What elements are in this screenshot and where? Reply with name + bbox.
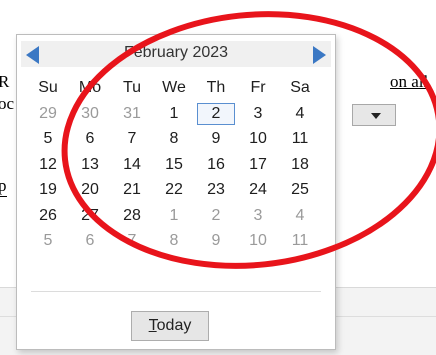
day-cell[interactable]: 30 [71, 103, 109, 125]
day-cell[interactable]: 9 [197, 128, 235, 150]
day-cell[interactable]: 8 [155, 230, 193, 252]
day-cell[interactable]: 25 [281, 179, 319, 201]
weekday-header: Th [206, 79, 226, 96]
calendar-header: February 2023 [21, 41, 331, 67]
chevron-down-icon [371, 113, 381, 119]
today-button[interactable]: Today [131, 311, 209, 341]
calendar-divider [31, 291, 321, 292]
arrow-right-icon [313, 46, 326, 64]
month-title: February 2023 [123, 44, 229, 61]
day-cell[interactable]: 18 [281, 154, 319, 176]
day-cell[interactable]: 5 [29, 128, 67, 150]
background-text-p: p [0, 176, 7, 197]
day-cell[interactable]: 14 [113, 154, 151, 176]
day-cell[interactable]: 31 [113, 103, 151, 125]
day-cell[interactable]: 10 [239, 230, 277, 252]
day-cell[interactable]: 6 [71, 128, 109, 150]
day-cell[interactable]: 4 [281, 103, 319, 125]
day-cell[interactable]: 20 [71, 179, 109, 201]
day-cell[interactable]: 11 [281, 128, 319, 150]
day-cell[interactable]: 1 [155, 205, 193, 227]
day-cell[interactable]: 11 [281, 230, 319, 252]
day-cell[interactable]: 27 [71, 205, 109, 227]
day-cell[interactable]: 6 [71, 230, 109, 252]
day-cell[interactable]: 8 [155, 128, 193, 150]
weekday-header: Su [38, 79, 58, 96]
day-cell[interactable]: 16 [197, 154, 235, 176]
day-cell[interactable]: 19 [29, 179, 67, 201]
weekday-header: Mo [78, 79, 102, 96]
weekday-header: Sa [290, 79, 310, 96]
background-text-oc: oc [0, 94, 15, 113]
background-text-r: R [0, 72, 10, 91]
day-cell[interactable]: 29 [29, 103, 67, 125]
day-cell[interactable]: 15 [155, 154, 193, 176]
weekday-header: We [162, 79, 186, 96]
day-cell[interactable]: 9 [197, 230, 235, 252]
background-text-on-all: on all [390, 72, 429, 91]
day-cell[interactable]: 26 [29, 205, 67, 227]
today-button-mnemonic: T [148, 317, 157, 334]
day-cell[interactable]: 3 [239, 205, 277, 227]
weekday-header: Fr [250, 79, 266, 96]
day-cell[interactable]: 17 [239, 154, 277, 176]
background-dropdown[interactable] [352, 104, 396, 126]
day-cell[interactable]: 13 [71, 154, 109, 176]
day-cell[interactable]: 10 [239, 128, 277, 150]
today-button-label: oday [156, 317, 192, 334]
day-cell[interactable]: 28 [113, 205, 151, 227]
weekday-header: Tu [122, 79, 142, 96]
day-cell[interactable]: 23 [197, 179, 235, 201]
selected-day-cell[interactable]: 2 [197, 102, 235, 125]
day-cell[interactable]: 7 [113, 230, 151, 252]
day-cell[interactable]: 21 [113, 179, 151, 201]
day-cell[interactable]: 5 [29, 230, 67, 252]
next-month-button[interactable] [309, 44, 329, 64]
day-cell[interactable]: 7 [113, 128, 151, 150]
day-cell[interactable]: 22 [155, 179, 193, 201]
day-cell[interactable]: 4 [281, 205, 319, 227]
day-cell[interactable]: 1 [155, 103, 193, 125]
day-cell[interactable]: 12 [29, 154, 67, 176]
day-cell[interactable]: 2 [197, 205, 235, 227]
date-picker-popup: February 2023 Su Mo Tu We Th Fr Sa 29 30 31 1 2 3 4 5 6… [16, 34, 336, 350]
day-cell[interactable]: 24 [239, 179, 277, 201]
day-cell[interactable]: 3 [239, 103, 277, 125]
